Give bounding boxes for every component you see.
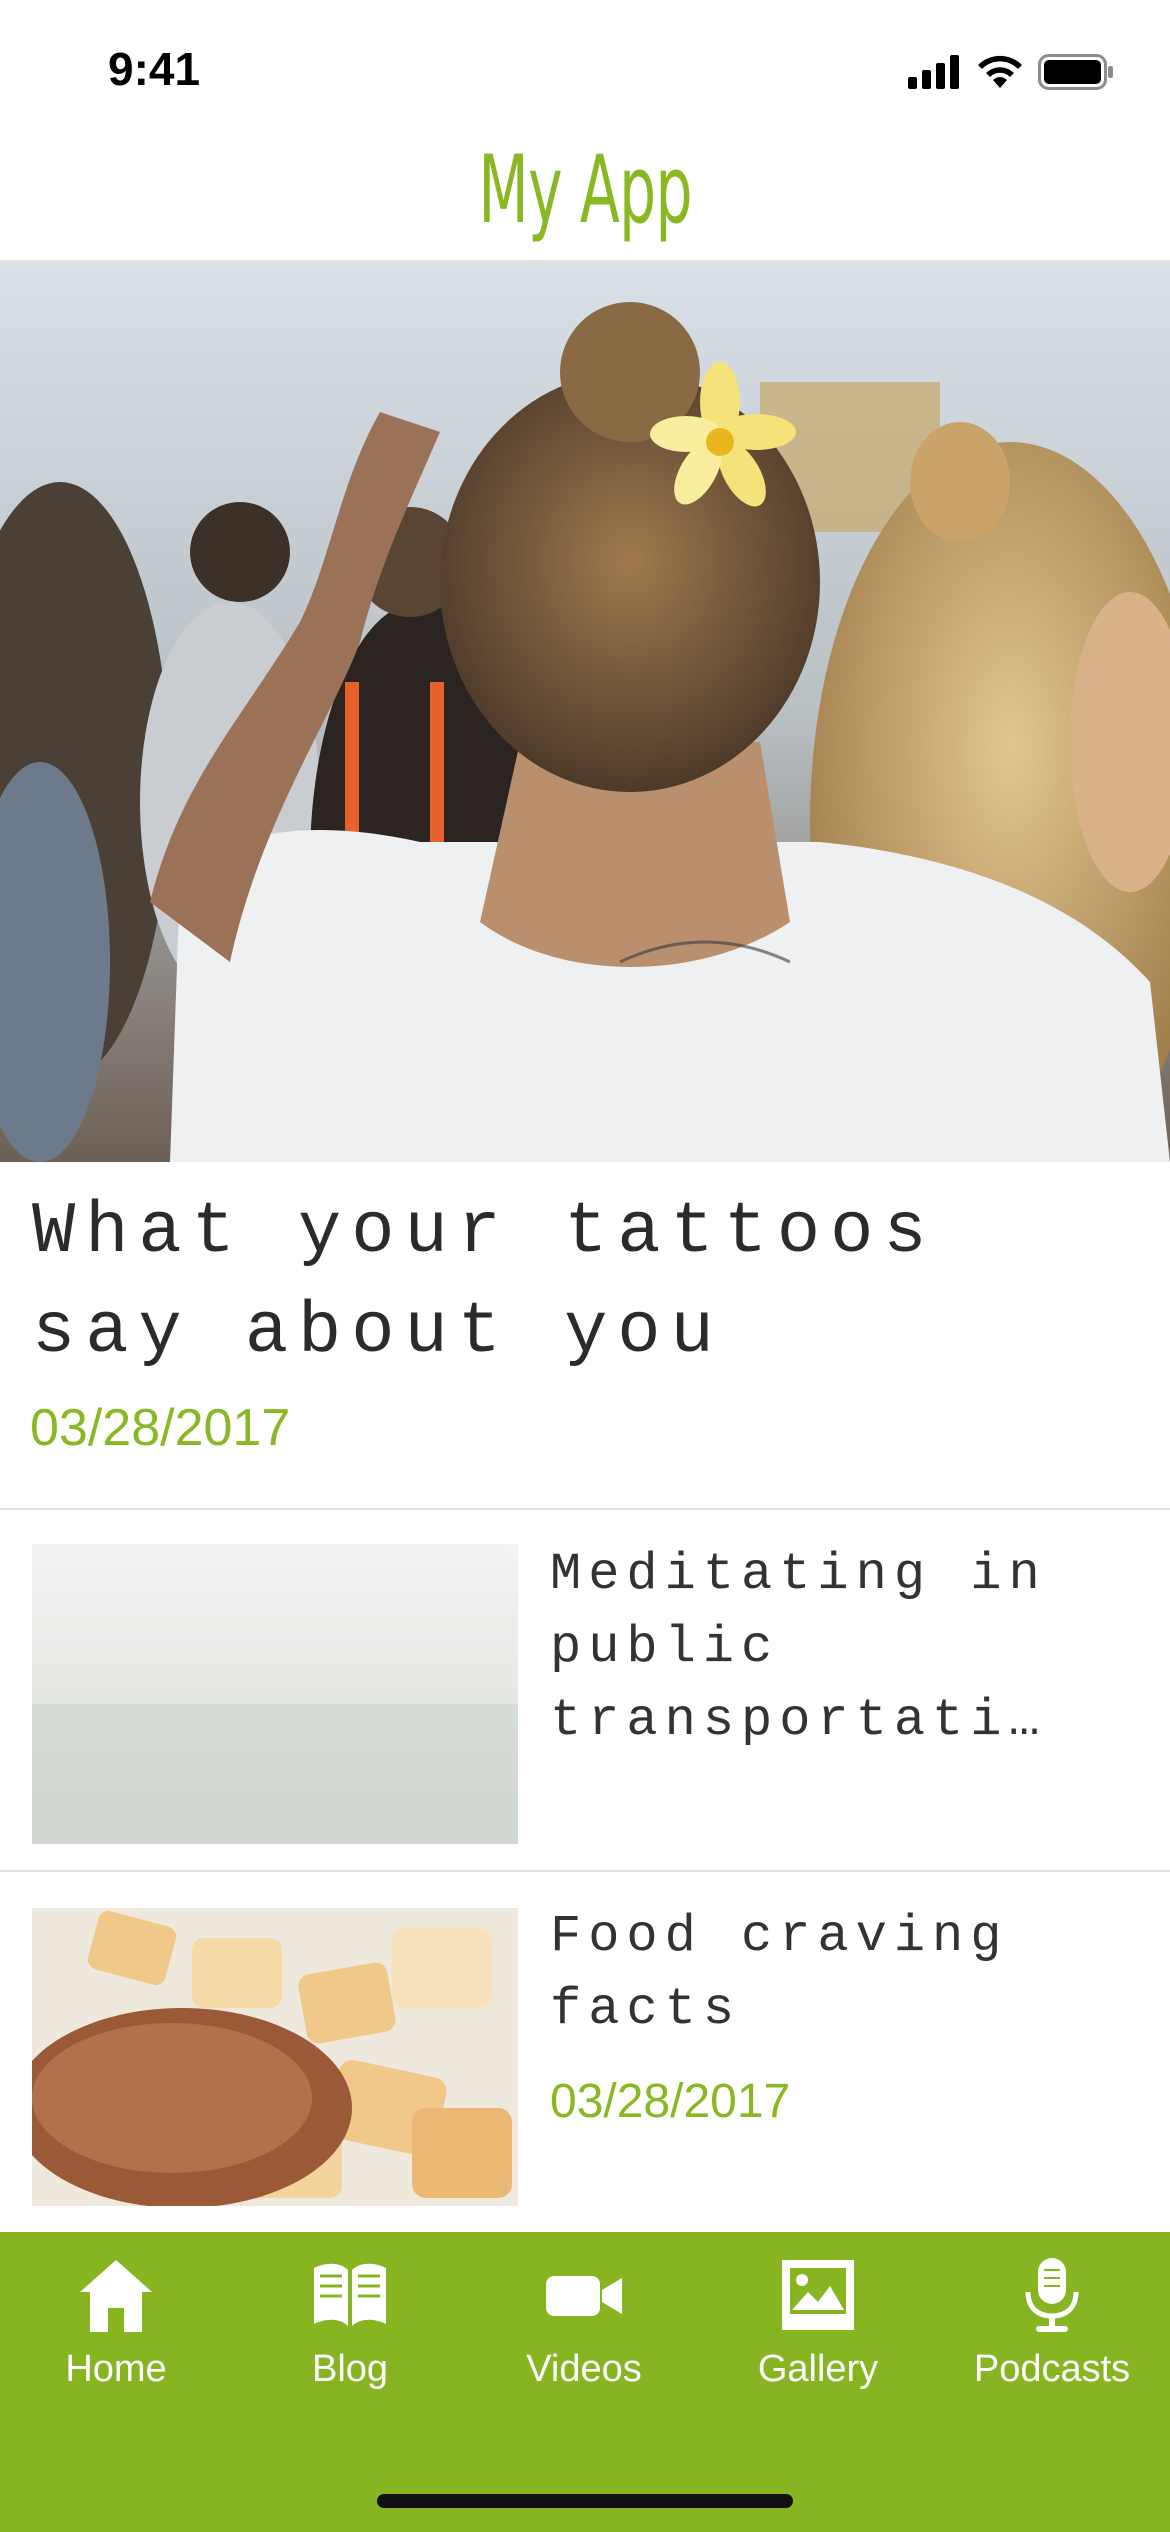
tab-podcasts[interactable]: Podcasts <box>952 2256 1152 2391</box>
app-title: My App <box>478 136 692 245</box>
post-title-line: transportati… <box>550 1691 1047 1750</box>
home-icon <box>80 2260 152 2332</box>
picture-icon <box>782 2260 854 2330</box>
tab-gallery[interactable]: Gallery <box>718 2256 918 2391</box>
divider <box>0 1870 1170 1872</box>
bottom-tab-bar: Home Blog Videos Gallery Podcasts <box>0 2232 1170 2532</box>
post-title-line: public <box>550 1618 780 1677</box>
food-photo <box>32 1908 518 2206</box>
post-title-line: facts <box>550 1980 742 2039</box>
featured-title-line-2: say about you <box>32 1291 724 1373</box>
featured-title-line-1: What your tattoos <box>32 1191 937 1273</box>
post-thumbnail-food[interactable] <box>32 1908 518 2206</box>
tab-blog[interactable]: Blog <box>250 2256 450 2391</box>
featured-post-date: 03/28/2017 <box>30 1399 291 1457</box>
status-icons <box>908 54 1114 90</box>
featured-post-title[interactable]: What your tattoos say about you <box>32 1182 1132 1382</box>
book-icon <box>314 2263 386 2326</box>
status-bar: 9:41 <box>0 0 1170 130</box>
tab-videos-label: Videos <box>526 2348 642 2390</box>
post-title-meditating[interactable]: Meditating in public transportati… <box>550 1538 1140 1757</box>
tab-home-label: Home <box>65 2348 167 2390</box>
featured-post-image[interactable] <box>0 262 1170 1162</box>
video-camera-icon <box>546 2276 622 2316</box>
post-thumbnail-meditating[interactable] <box>32 1544 518 1844</box>
microphone-icon <box>1025 2258 1079 2332</box>
divider <box>0 1508 1170 1510</box>
tab-podcasts-label: Podcasts <box>973 2348 1131 2390</box>
post-date-food: 03/28/2017 <box>550 2075 791 2128</box>
misty-photo <box>32 1544 518 1844</box>
battery-icon <box>1038 54 1113 90</box>
post-title-food[interactable]: Food craving facts <box>550 1900 1140 2046</box>
tab-gallery-label: Gallery <box>757 2348 879 2390</box>
status-time: 9:41 <box>108 43 201 95</box>
tab-blog-label: Blog <box>311 2348 389 2390</box>
home-indicator[interactable] <box>377 2494 793 2508</box>
featured-photo <box>0 262 1170 1162</box>
post-title-line: Meditating in <box>550 1545 1047 1604</box>
wifi-icon <box>978 55 1022 88</box>
app-header: My App <box>0 130 1170 262</box>
post-title-line: Food craving <box>550 1907 1009 1966</box>
cellular-signal-icon <box>908 55 959 89</box>
tab-home[interactable]: Home <box>16 2256 216 2391</box>
tab-videos[interactable]: Videos <box>484 2256 684 2391</box>
